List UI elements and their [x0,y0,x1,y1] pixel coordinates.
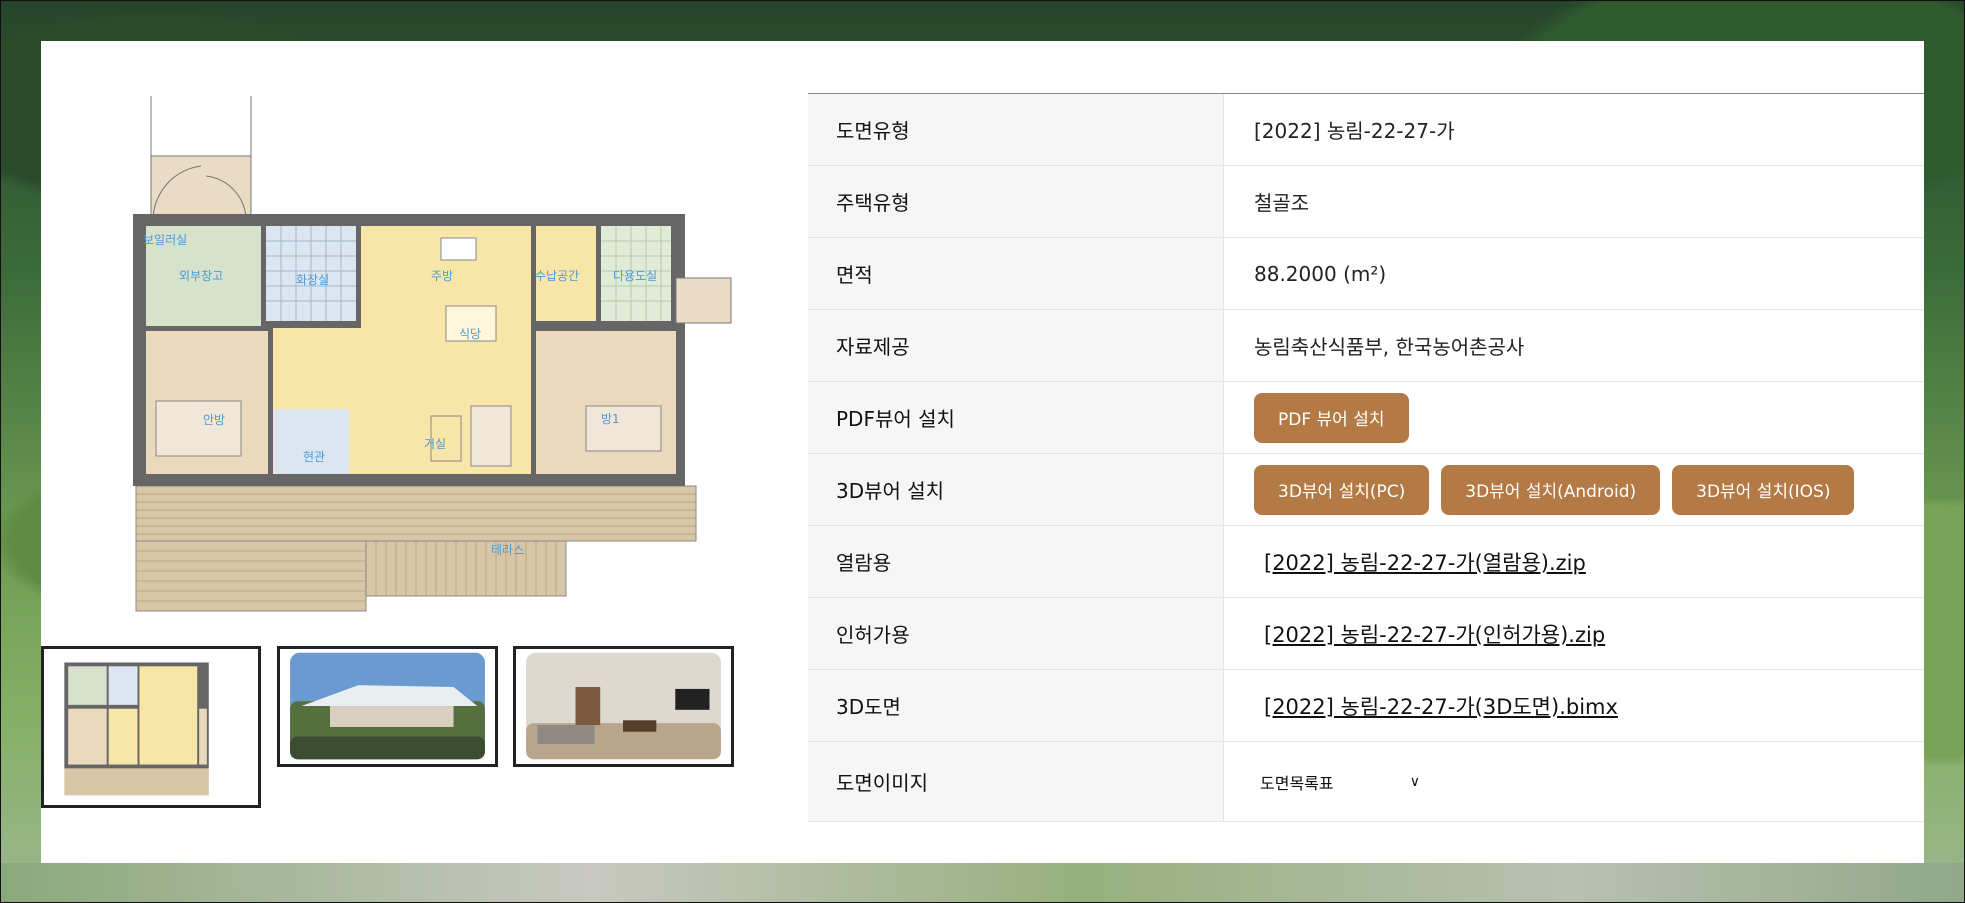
permit-file-cell: [2022] 농림-22-27-가(인허가용).zip [1224,598,1924,669]
svg-text:식당: 식당 [459,327,481,341]
3d-viewer-ios-button[interactable]: 3D뷰어 설치(IOS) [1672,464,1855,515]
label-plan-type: 도면유형 [808,94,1224,165]
row-plan-images: 도면이미지 도면목록표 ∨ [808,742,1924,822]
row-3d-plan: 3D도면 [2022] 농림-22-27-가(3D도면).bimx [808,670,1924,742]
row-plan-type: 도면유형 [2022] 농림-22-27-가 [808,94,1924,166]
label-plan-images: 도면이미지 [808,742,1224,821]
detail-card: 보일러실 외부창고 화장실 주방 수납공간 다용도실 식당 안방 거실 현관 방… [41,41,1924,863]
view-file-download-link[interactable]: [2022] 농림-22-27-가(열람용).zip [1264,547,1586,577]
svg-text:주방: 주방 [431,269,453,283]
svg-text:보일러실: 보일러실 [143,233,187,247]
label-pdf-viewer: PDF뷰어 설치 [808,382,1224,453]
3d-viewer-cell: 3D뷰어 설치(PC) 3D뷰어 설치(Android) 3D뷰어 설치(IOS… [1224,454,1924,525]
thumbnail-interior-render[interactable] [513,646,734,767]
svg-text:화장실: 화장실 [296,273,329,287]
label-view-file: 열람용 [808,526,1224,597]
svg-text:안방: 안방 [203,413,225,427]
plan-image-select-value: 도면목록표 [1260,773,1334,793]
svg-text:거실: 거실 [424,437,446,451]
value-area: 88.2000 (m²) [1254,261,1387,286]
svg-text:현관: 현관 [303,450,325,464]
label-permit-file: 인허가용 [808,598,1224,669]
plan-info-table: 도면유형 [2022] 농림-22-27-가 주택유형 철골조 면적 88.20… [808,93,1924,822]
pdf-viewer-install-button[interactable]: PDF 뷰어 설치 [1254,392,1409,443]
row-3d-viewer: 3D뷰어 설치 3D뷰어 설치(PC) 3D뷰어 설치(Android) 3D뷰… [808,454,1924,526]
plan-images-cell: 도면목록표 ∨ [1224,742,1924,821]
label-3d-viewer: 3D뷰어 설치 [808,454,1224,525]
row-permit-file: 인허가용 [2022] 농림-22-27-가(인허가용).zip [808,598,1924,670]
row-provider: 자료제공 농림축산식품부, 한국농어촌공사 [808,310,1924,382]
svg-text:다용도실: 다용도실 [613,269,657,283]
permit-file-download-link[interactable]: [2022] 농림-22-27-가(인허가용).zip [1264,619,1605,649]
value-plan-type: [2022] 농림-22-27-가 [1254,119,1455,143]
row-area: 면적 88.2000 (m²) [808,238,1924,310]
label-provider: 자료제공 [808,310,1224,381]
label-3d-plan: 3D도면 [808,670,1224,741]
label-house-type: 주택유형 [808,166,1224,237]
plan-image-select[interactable]: 도면목록표 ∨ [1260,762,1430,802]
svg-text:방1: 방1 [601,412,620,426]
thumbnail-exterior-render[interactable] [277,646,498,767]
row-pdf-viewer: PDF뷰어 설치 PDF 뷰어 설치 [808,382,1924,454]
3d-plan-cell: [2022] 농림-22-27-가(3D도면).bimx [1224,670,1924,741]
chevron-down-icon: ∨ [1409,773,1420,790]
3d-plan-download-link[interactable]: [2022] 농림-22-27-가(3D도면).bimx [1264,691,1618,721]
3d-viewer-android-button[interactable]: 3D뷰어 설치(Android) [1441,464,1661,515]
label-area: 면적 [808,238,1224,309]
3d-viewer-pc-button[interactable]: 3D뷰어 설치(PC) [1254,464,1430,515]
floor-plan-image: 보일러실 외부창고 화장실 주방 수납공간 다용도실 식당 안방 거실 현관 방… [91,96,761,666]
pdf-viewer-cell: PDF 뷰어 설치 [1224,382,1924,453]
svg-text:외부창고: 외부창고 [179,269,223,283]
background-photo-ground [0,863,1965,903]
thumbnail-floor-plan[interactable] [41,646,261,808]
value-house-type: 철골조 [1254,191,1310,215]
view-file-cell: [2022] 농림-22-27-가(열람용).zip [1224,526,1924,597]
row-house-type: 주택유형 철골조 [808,166,1924,238]
row-view-file: 열람용 [2022] 농림-22-27-가(열람용).zip [808,526,1924,598]
value-provider: 농림축산식품부, 한국농어촌공사 [1254,335,1525,359]
svg-text:테라스: 테라스 [491,543,524,557]
svg-text:수납공간: 수납공간 [535,269,579,283]
